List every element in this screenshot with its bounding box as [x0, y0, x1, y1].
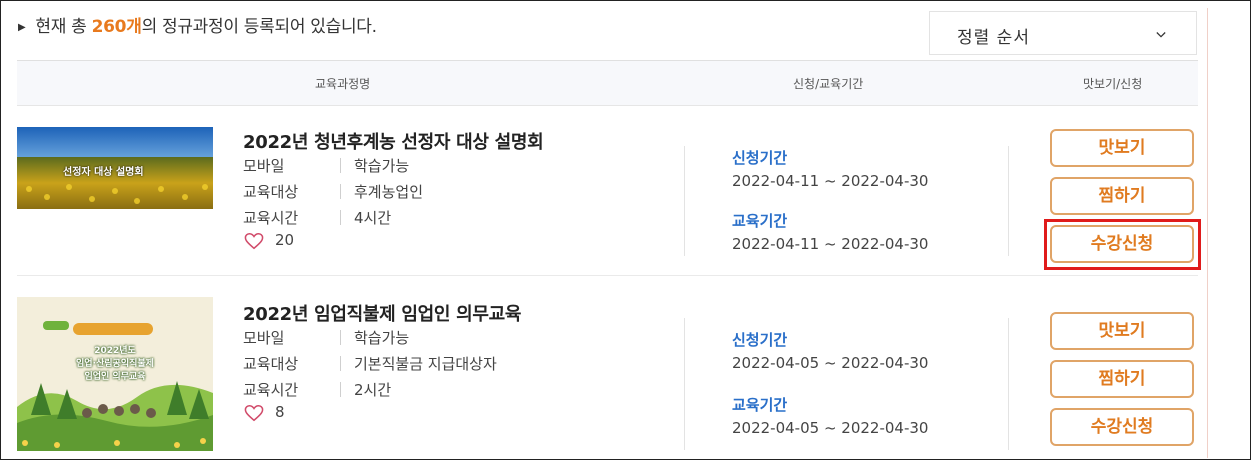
- meta-key: 모바일: [243, 155, 341, 176]
- right-border: [1207, 8, 1208, 458]
- preview-button[interactable]: 맛보기: [1050, 129, 1194, 167]
- column-divider: [684, 318, 685, 450]
- chevron-down-icon: [1156, 32, 1166, 38]
- header-actions: 맛보기/신청: [1083, 77, 1143, 91]
- course-thumbnail[interactable]: 선정자 대상 설명회: [17, 127, 213, 209]
- header-course-name: 교육과정명: [315, 77, 371, 91]
- enroll-highlight-box: [1044, 219, 1201, 270]
- meta-mobile: 모바일 학습가능: [243, 327, 409, 348]
- apply-period-value: 2022-04-05 ~ 2022-04-30: [732, 354, 929, 372]
- enroll-button[interactable]: 수강신청: [1050, 408, 1194, 446]
- meta-value: 후계농업인: [354, 183, 424, 201]
- meta-key: 교육대상: [243, 353, 341, 374]
- meta-value: 기본직불금 지급대상자: [354, 355, 497, 373]
- heart-icon[interactable]: [243, 404, 265, 422]
- heart-icon[interactable]: [243, 232, 265, 250]
- thumbnail-caption: 선정자 대상 설명회: [63, 167, 144, 178]
- like-counter[interactable]: 20: [243, 231, 294, 250]
- course-title[interactable]: 2022년 청년후계농 선정자 대상 설명회: [243, 128, 544, 154]
- edu-period-value: 2022-04-05 ~ 2022-04-30: [732, 419, 929, 437]
- column-divider: [1008, 146, 1009, 256]
- meta-key: 교육대상: [243, 181, 341, 202]
- meta-value: 학습가능: [354, 157, 410, 175]
- course-count-summary: ▶ 현재 총 260개의 정규과정이 등록되어 있습니다.: [18, 12, 377, 37]
- course-title[interactable]: 2022년 임업직불제 임업인 의무교육: [243, 300, 521, 326]
- meta-key: 교육시간: [243, 379, 341, 400]
- column-divider: [1008, 318, 1009, 450]
- thumb-line: 2022년도: [94, 346, 136, 356]
- wishlist-button[interactable]: 찜하기: [1050, 177, 1194, 215]
- course-thumbnail[interactable]: 2022년도 임업·산림공익직불제 임업인 의무교육: [17, 297, 213, 451]
- edu-period-label: 교육기간: [732, 396, 788, 414]
- column-divider: [684, 146, 685, 256]
- meta-value: 학습가능: [354, 329, 410, 347]
- thumb-line: 임업인 의무교육: [84, 372, 146, 382]
- meta-value: 4시간: [354, 209, 392, 227]
- course-row: 2022년도 임업·산림공익직불제 임업인 의무교육 2022년 임업직불제 임…: [17, 290, 1198, 451]
- meta-mobile: 모바일 학습가능: [243, 155, 409, 176]
- like-counter[interactable]: 8: [243, 403, 285, 422]
- summary-suffix: 의 정규과정이 등록되어 있습니다.: [141, 17, 377, 37]
- like-count: 8: [275, 403, 285, 421]
- edu-period-value: 2022-04-11 ~ 2022-04-30: [732, 235, 929, 253]
- bullet-triangle-icon: ▶: [18, 22, 26, 33]
- table-header: 교육과정명 신청/교육기간 맛보기/신청: [17, 60, 1198, 106]
- meta-target: 교육대상 기본직불금 지급대상자: [243, 353, 497, 374]
- like-count: 20: [275, 231, 295, 249]
- meta-key: 모바일: [243, 327, 341, 348]
- row-separator: [17, 275, 1198, 276]
- meta-hours: 교육시간 2시간: [243, 379, 391, 400]
- meta-hours: 교육시간 4시간: [243, 207, 391, 228]
- summary-prefix: 현재 총: [35, 17, 92, 37]
- course-count: 260개: [91, 17, 142, 37]
- edu-period-label: 교육기간: [732, 212, 788, 230]
- meta-key: 교육시간: [243, 207, 341, 228]
- wishlist-button[interactable]: 찜하기: [1050, 360, 1194, 398]
- apply-period-label: 신청기간: [732, 149, 788, 167]
- meta-target: 교육대상 후계농업인: [243, 181, 423, 202]
- sort-label: 정렬 순서: [957, 28, 1030, 48]
- course-row: 선정자 대상 설명회 2022년 청년후계농 선정자 대상 설명회 모바일 학습가…: [17, 118, 1201, 278]
- header-period: 신청/교육기간: [793, 77, 864, 91]
- apply-period-value: 2022-04-11 ~ 2022-04-30: [732, 172, 929, 190]
- preview-button[interactable]: 맛보기: [1050, 312, 1194, 350]
- apply-period-label: 신청기간: [732, 331, 788, 349]
- meta-value: 2시간: [354, 381, 392, 399]
- thumb-line: 임업·산림공익직불제: [76, 359, 154, 369]
- sort-order-select[interactable]: 정렬 순서: [929, 11, 1197, 55]
- thumbnail-caption: 2022년도 임업·산림공익직불제 임업인 의무교육: [17, 345, 213, 384]
